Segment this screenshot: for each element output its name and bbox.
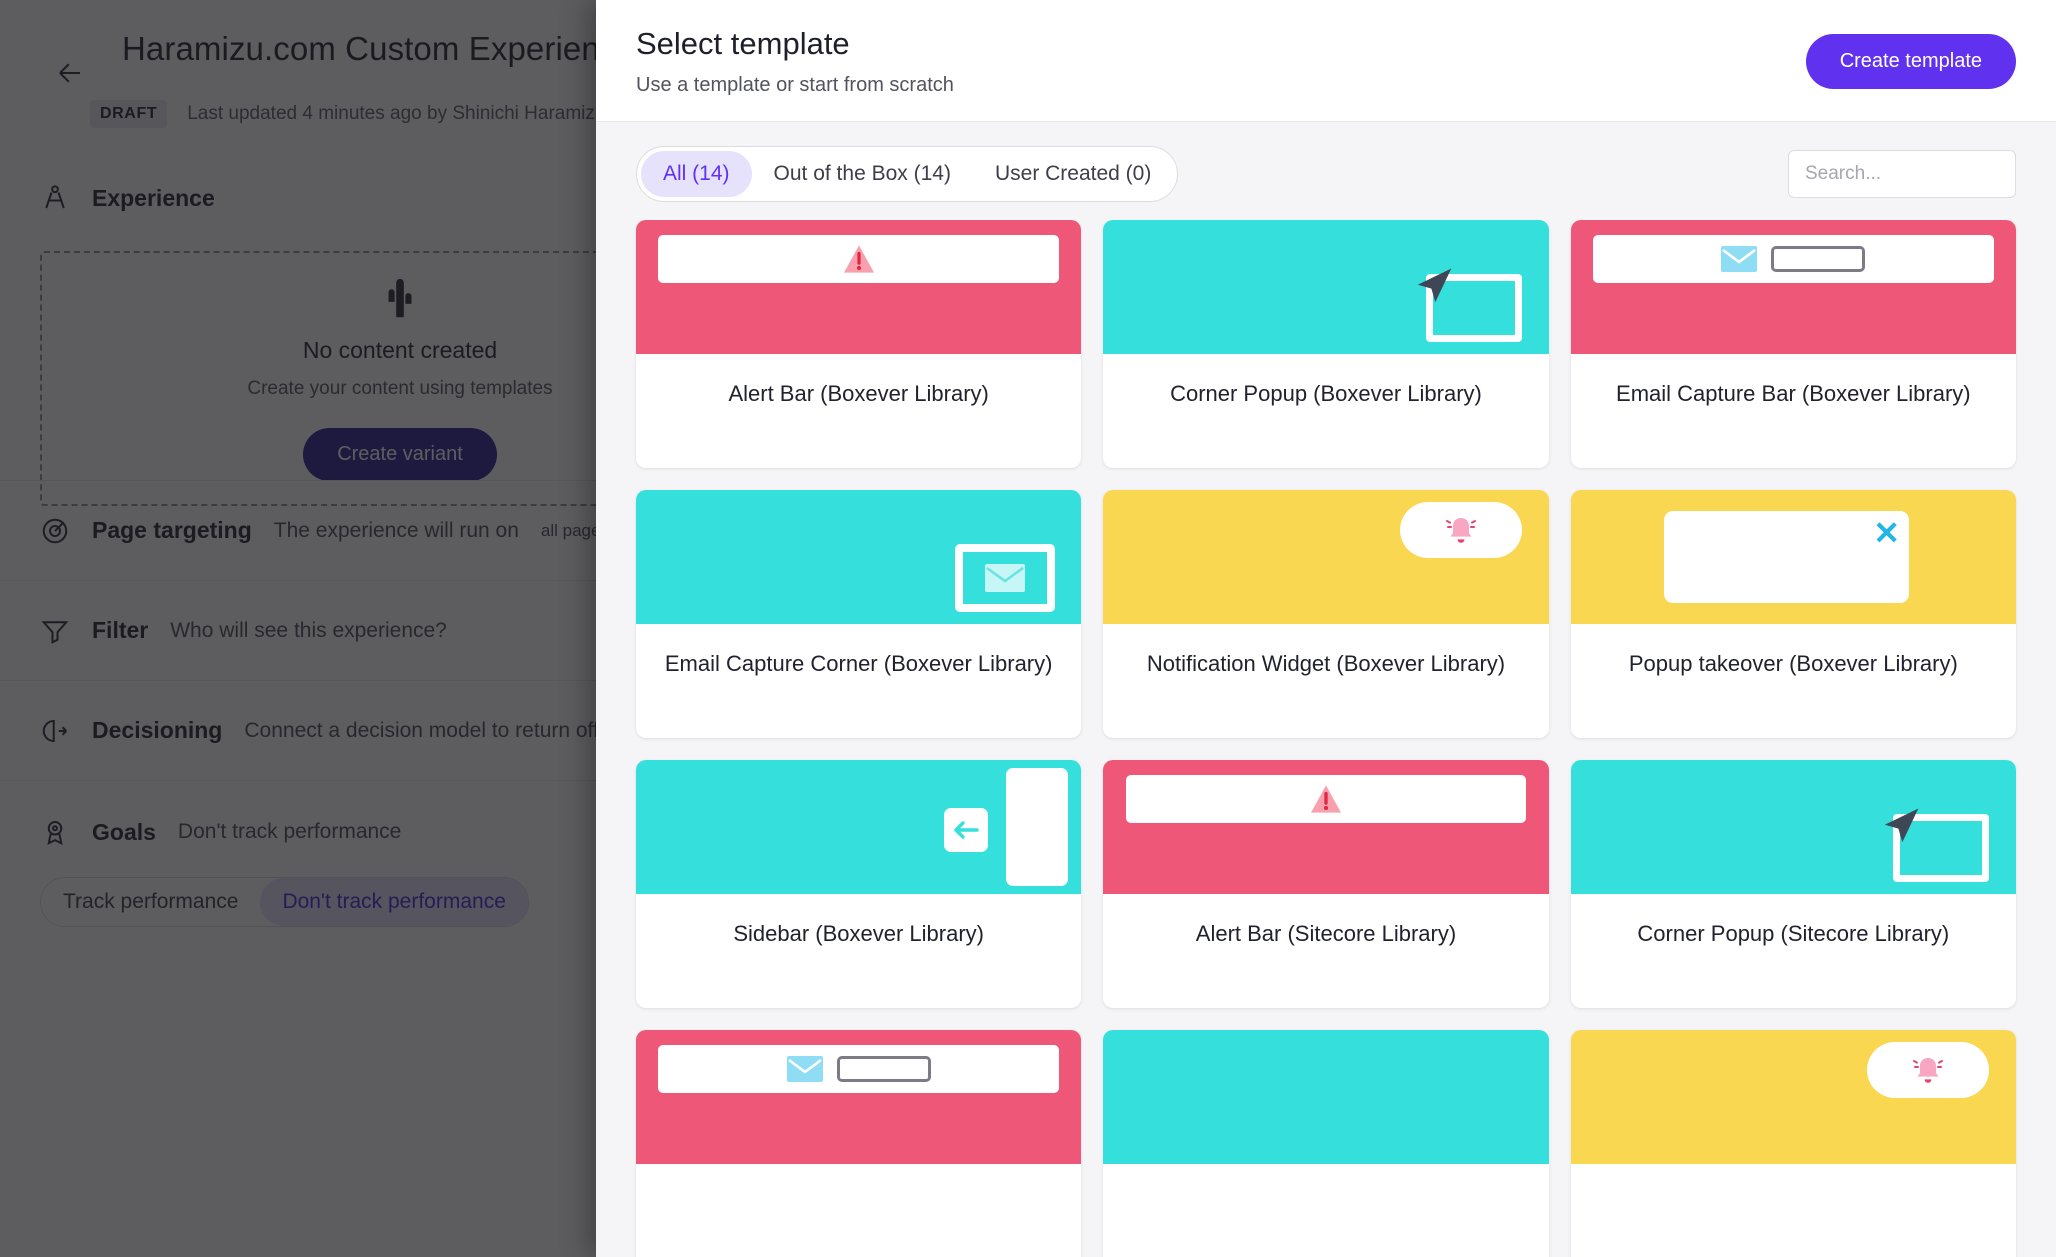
last-updated-text: Last updated 4 minutes ago by Shinichi H… — [187, 103, 606, 124]
page-targeting-title: Page targeting — [92, 517, 252, 543]
warning-triangle-icon — [842, 244, 876, 274]
template-card[interactable]: Alert Bar (Boxever Library) — [636, 220, 1082, 468]
template-card-label: Notification Widget (Boxever Library) — [1146, 651, 1506, 676]
bell-icon — [1440, 511, 1482, 549]
goals-option-dont-track[interactable]: Don't track performance — [260, 878, 528, 926]
close-icon: ✕ — [1873, 515, 1901, 552]
template-filter-tabs: All (14) Out of the Box (14) User Create… — [636, 146, 1179, 202]
select-template-panel: Select template Use a template or start … — [596, 0, 2056, 1257]
template-card-label: Alert Bar (Sitecore Library) — [1195, 921, 1457, 946]
template-card-label — [1571, 1164, 2016, 1257]
status-badge: DRAFT — [90, 100, 168, 128]
template-grid-scroll[interactable]: Alert Bar (Boxever Library) Corner Popup … — [596, 220, 2056, 1257]
sidebar-panel-shape — [1005, 768, 1068, 886]
template-card[interactable] — [636, 1030, 1082, 1257]
tab-user-created[interactable]: User Created (0) — [973, 151, 1173, 197]
screen-root: Haramizu.com Custom Experience ✕ w DRAFT… — [0, 0, 2056, 1257]
template-card-label: Corner Popup (Boxever Library) — [1170, 381, 1482, 406]
email-corner-frame — [954, 543, 1055, 612]
cactus-icon — [377, 277, 423, 323]
create-template-button[interactable]: Create template — [1805, 34, 2016, 89]
template-card-label: Email Capture Bar (Boxever Library) — [1616, 381, 1971, 406]
goals-toggle-group[interactable]: Track performance Don't track performanc… — [40, 877, 529, 927]
template-thumbnail — [636, 490, 1082, 624]
goals-title: Goals — [92, 818, 156, 845]
email-capture-strip — [1592, 234, 1994, 283]
funnel-icon — [40, 616, 70, 646]
empty-state-title: No content created — [302, 336, 498, 363]
template-thumbnail — [1103, 220, 1549, 354]
notification-pill — [1867, 1042, 1990, 1099]
template-thumbnail — [1570, 1030, 2016, 1164]
goals-option-track[interactable]: Track performance — [41, 878, 260, 926]
cursor-arrow-icon — [1875, 802, 1927, 854]
panel-toolbar: All (14) Out of the Box (14) User Create… — [596, 122, 2056, 220]
arrow-left-icon — [953, 819, 979, 841]
template-card[interactable]: Email Capture Bar (Boxever Library) — [1570, 220, 2016, 468]
template-card[interactable]: Alert Bar (Sitecore Library) — [1103, 760, 1549, 1008]
meta-row: DRAFT Last updated 4 minutes ago by Shin… — [90, 100, 605, 128]
experience-title: Experience — [92, 184, 215, 211]
page-targeting-description: The experience will run on — [273, 518, 519, 542]
email-input-placeholder — [836, 1055, 931, 1082]
notification-pill — [1399, 502, 1522, 559]
template-thumbnail — [636, 220, 1082, 354]
alert-bar-strip — [1125, 774, 1527, 823]
template-card-label: Email Capture Corner (Boxever Library) — [664, 651, 1053, 676]
back-arrow-icon[interactable] — [55, 58, 85, 88]
envelope-icon — [1721, 245, 1758, 272]
panel-heading-group: Select template Use a template or start … — [636, 26, 954, 97]
template-card-label: Sidebar (Boxever Library) — [733, 921, 984, 946]
template-thumbnail — [1570, 760, 2016, 894]
template-card[interactable]: ✕ Popup takeover (Boxever Library) — [1570, 490, 2016, 738]
tab-out-of-the-box[interactable]: Out of the Box (14) — [752, 151, 973, 197]
panel-title: Select template — [636, 26, 850, 61]
popup-takeover-box: ✕ — [1664, 511, 1910, 603]
panel-subtitle: Use a template or start from scratch — [636, 74, 954, 96]
decision-icon — [40, 716, 70, 746]
template-thumbnail — [1103, 490, 1549, 624]
template-thumbnail — [1103, 1030, 1549, 1164]
template-card[interactable]: Notification Widget (Boxever Library) — [1103, 490, 1549, 738]
alert-bar-strip — [658, 234, 1060, 283]
template-card-label — [1103, 1164, 1548, 1257]
page-title: Haramizu.com Custom Experience — [122, 30, 635, 67]
sidebar-toggle-button — [943, 808, 988, 853]
warning-triangle-icon — [1309, 784, 1343, 814]
goals-description: Don't track performance — [177, 820, 402, 843]
filter-title: Filter — [92, 617, 149, 643]
template-thumbnail — [636, 1030, 1082, 1164]
template-card[interactable]: Sidebar (Boxever Library) — [636, 760, 1082, 1008]
tab-all[interactable]: All (14) — [641, 151, 752, 197]
template-card[interactable]: Corner Popup (Boxever Library) — [1103, 220, 1549, 468]
filter-description: Who will see this experience? — [170, 618, 447, 642]
decisioning-title: Decisioning — [92, 717, 223, 743]
email-input-placeholder — [1771, 245, 1866, 272]
template-card-label: Corner Popup (Sitecore Library) — [1637, 921, 1950, 946]
goal-icon — [40, 817, 70, 847]
template-card[interactable]: Corner Popup (Sitecore Library) — [1570, 760, 2016, 1008]
search-input[interactable] — [1788, 150, 2016, 198]
template-thumbnail — [636, 760, 1082, 894]
template-grid: Alert Bar (Boxever Library) Corner Popup … — [636, 220, 2016, 1257]
target-icon — [40, 516, 70, 546]
experience-icon — [40, 183, 70, 213]
envelope-icon — [786, 1055, 823, 1082]
template-card-label: Alert Bar (Boxever Library) — [728, 381, 989, 406]
template-card-label — [636, 1164, 1081, 1257]
empty-state-subtitle: Create your content using templates — [247, 377, 553, 399]
cursor-arrow-icon — [1408, 262, 1460, 314]
envelope-icon — [984, 563, 1025, 592]
template-card[interactable]: Email Capture Corner (Boxever Library) — [636, 490, 1082, 738]
panel-header: Select template Use a template or start … — [596, 0, 2056, 122]
bell-icon — [1907, 1051, 1949, 1089]
template-thumbnail: ✕ — [1570, 490, 2016, 624]
create-variant-button[interactable]: Create variant — [303, 427, 497, 481]
template-thumbnail — [1570, 220, 2016, 354]
template-card[interactable] — [1103, 1030, 1549, 1257]
email-capture-strip — [658, 1044, 1060, 1093]
template-thumbnail — [1103, 760, 1549, 894]
template-card-label: Popup takeover (Boxever Library) — [1628, 651, 1958, 676]
template-card[interactable] — [1570, 1030, 2016, 1257]
